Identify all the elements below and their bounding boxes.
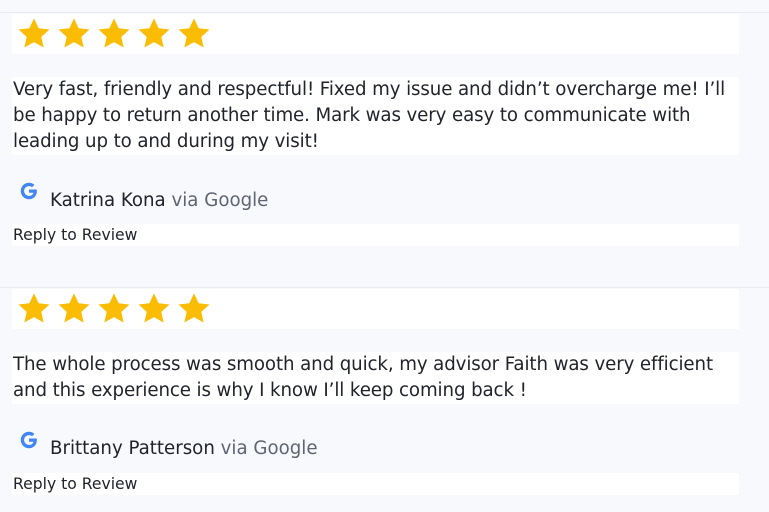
star-icon — [176, 16, 212, 52]
star-icon — [56, 291, 92, 327]
reply-box: Reply to Review — [12, 224, 739, 246]
star-rating — [12, 289, 739, 329]
review-card: Very fast, friendly and respectful! Fixe… — [0, 12, 769, 252]
review-text: Very fast, friendly and respectful! Fixe… — [13, 79, 726, 152]
review-author: Brittany Patterson via Google — [20, 431, 318, 459]
star-icon — [56, 16, 92, 52]
review-source: via Google — [171, 190, 269, 211]
star-icon — [96, 291, 132, 327]
author-name: Brittany Patterson — [50, 438, 215, 459]
google-g-icon — [20, 431, 37, 449]
review-text-box: Very fast, friendly and respectful! Fixe… — [12, 77, 739, 155]
star-icon — [136, 16, 172, 52]
review-text: The whole process was smooth and quick, … — [13, 354, 713, 401]
review-source: via Google — [220, 438, 318, 459]
star-icon — [176, 291, 212, 327]
reply-to-review-link[interactable]: Reply to Review — [13, 224, 137, 246]
review-card: The whole process was smooth and quick, … — [0, 287, 769, 512]
reply-box: Reply to Review — [12, 473, 739, 495]
divider — [0, 287, 769, 288]
star-icon — [96, 16, 132, 52]
reply-to-review-link[interactable]: Reply to Review — [13, 473, 137, 495]
divider — [0, 12, 769, 13]
star-icon — [16, 16, 52, 52]
star-icon — [136, 291, 172, 327]
review-text-box: The whole process was smooth and quick, … — [12, 352, 739, 404]
google-g-icon — [20, 182, 37, 200]
review-author: Katrina Kona via Google — [20, 182, 268, 211]
star-rating — [12, 14, 739, 54]
author-name: Katrina Kona — [50, 190, 166, 211]
star-icon — [16, 291, 52, 327]
